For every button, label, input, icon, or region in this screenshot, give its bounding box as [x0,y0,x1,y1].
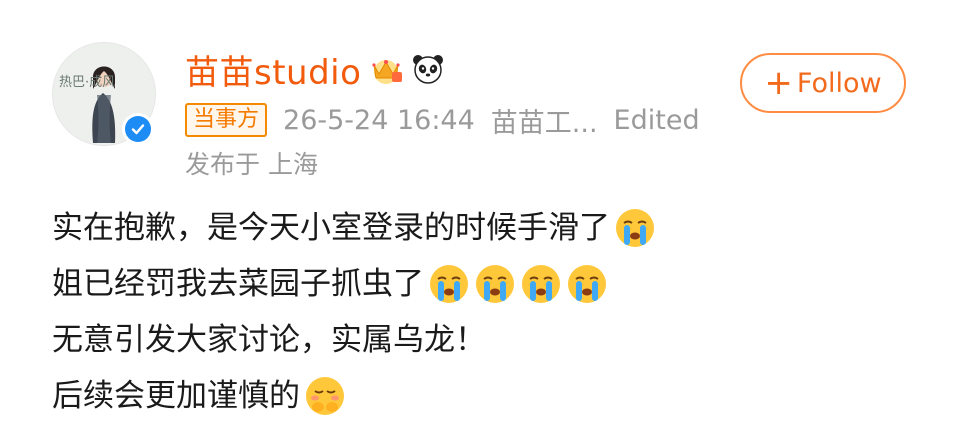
checkmark-icon [131,124,145,135]
crying-emoji [568,265,606,303]
edited-label[interactable]: Edited [614,105,700,136]
follow-button[interactable]: + Follow [740,53,906,113]
source[interactable]: 苗苗工... [491,101,598,140]
post-line: 无意引发大家讨论，实属乌龙！ [52,312,932,368]
username[interactable]: 苗苗studio [185,45,361,94]
crying-emoji [616,209,654,247]
verified-badge [122,113,154,145]
shy-emoji [306,377,344,415]
post-line-text: 实在抱歉，是今天小室登录的时候手滑了 [52,210,610,246]
post-body: 实在抱歉，是今天小室登录的时候手滑了 姐已经罚我去菜园子抓虫了 无意引发大家讨论… [52,200,932,424]
post-line: 实在抱歉，是今天小室登录的时候手滑了 [52,200,932,256]
post-line: 姐已经罚我去菜园子抓虫了 [52,256,932,312]
follow-label: Follow [796,67,882,99]
meta-row: 当事方 26-5-24 16:44 苗苗工... Edited [185,100,700,140]
panda-icon [413,55,444,84]
post-line-text: 无意引发大家讨论，实属乌龙！ [52,322,486,358]
location: 发布于 上海 [185,150,318,179]
crying-emoji [430,265,468,303]
crown-icon [372,60,403,84]
crying-emoji [522,265,560,303]
avatar-caption: 热巴·成风 [59,75,116,90]
timestamp: 26-5-24 16:44 [283,104,475,136]
author-row: 苗苗studio [185,44,445,94]
crying-emoji [476,265,514,303]
plus-icon: + [764,63,793,103]
post-line-text: 姐已经罚我去菜园子抓虫了 [52,266,424,302]
post-line: 后续会更加谨慎的 [52,368,932,424]
party-tag: 当事方 [185,103,268,137]
post-line-text: 后续会更加谨慎的 [52,378,300,414]
